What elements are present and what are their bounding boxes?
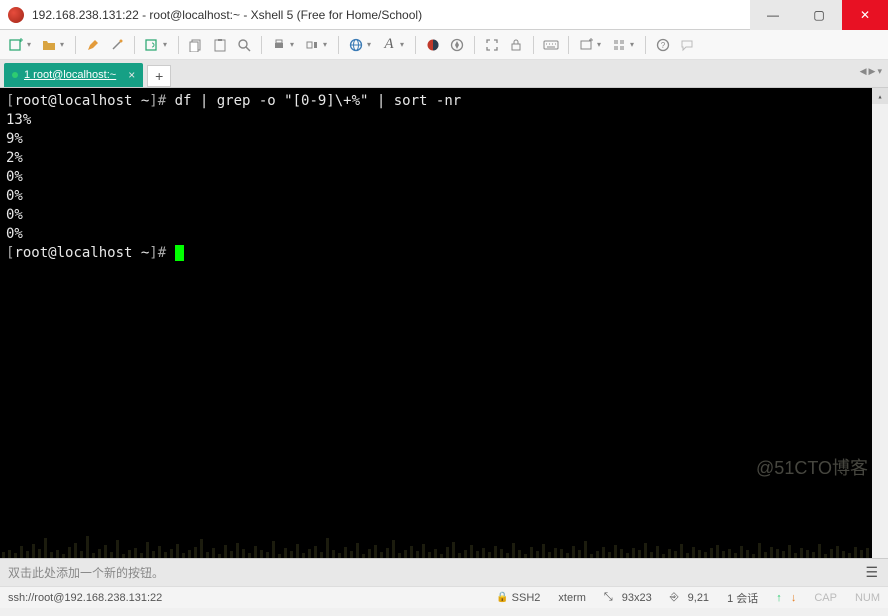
separator: [134, 36, 135, 54]
connection-status-icon: [12, 72, 18, 78]
window-controls: — ▢ ✕: [750, 0, 888, 29]
separator: [415, 36, 416, 54]
resize-icon: ⤡: [604, 591, 613, 604]
svg-text:?: ?: [661, 41, 666, 50]
wand-icon[interactable]: [107, 35, 127, 55]
session-tab[interactable]: 1 root@localhost:~ ×: [4, 63, 143, 87]
status-size: ⤡ 93x23: [604, 591, 652, 604]
status-bar: ssh://root@192.168.238.131:22 🔒SSH2 xter…: [0, 586, 888, 608]
app-icon: [8, 7, 24, 23]
tab-close-icon[interactable]: ×: [128, 68, 135, 82]
scroll-up-icon[interactable]: ▴: [872, 88, 888, 104]
minimize-button[interactable]: —: [750, 0, 796, 30]
output-line: 9%: [6, 130, 882, 149]
compass-icon[interactable]: [447, 35, 467, 55]
prompt-close: ]#: [149, 245, 174, 261]
terminal[interactable]: [root@localhost ~]# df | grep -o "[0-9]\…: [0, 88, 888, 558]
output-line: 0%: [6, 187, 882, 206]
status-sessions: 1 会话: [727, 590, 758, 606]
copy-icon[interactable]: [186, 35, 206, 55]
chat-icon[interactable]: [677, 35, 697, 55]
window-title: 192.168.238.131:22 - root@localhost:~ - …: [32, 8, 750, 22]
lock-icon[interactable]: [506, 35, 526, 55]
separator: [533, 36, 534, 54]
status-protocol: 🔒SSH2: [496, 592, 540, 604]
tab-nav: ◀ ▶ ▾: [860, 66, 882, 77]
output-line: 0%: [6, 168, 882, 187]
separator: [338, 36, 339, 54]
font-icon[interactable]: A: [379, 35, 399, 55]
status-num: NUM: [855, 592, 880, 604]
separator: [474, 36, 475, 54]
tab-label: 1 root@localhost:~: [24, 69, 116, 81]
status-connection: ssh://root@192.168.238.131:22: [8, 592, 496, 604]
titlebar: 192.168.238.131:22 - root@localhost:~ - …: [0, 0, 888, 30]
position-icon: ⎆: [670, 591, 679, 604]
tab-next-icon[interactable]: ▶: [869, 66, 876, 77]
command-text: df | grep -o "[0-9]\+%" | sort -nr: [175, 93, 462, 109]
open-icon[interactable]: [39, 35, 59, 55]
scrollbar[interactable]: ▴: [872, 88, 888, 558]
tab-bar: 1 root@localhost:~ × + ◀ ▶ ▾: [0, 60, 888, 88]
prompt-close: ]#: [149, 93, 174, 109]
status-traffic: ↑ ↓: [776, 592, 796, 604]
close-button[interactable]: ✕: [842, 0, 888, 30]
status-cap: CAP: [814, 592, 837, 604]
status-termtype: xterm: [558, 592, 586, 604]
color-scheme-icon[interactable]: [423, 35, 443, 55]
prompt-user: root@localhost ~: [14, 245, 149, 261]
output-line: 0%: [6, 225, 882, 244]
menu-icon[interactable]: ☰: [865, 564, 878, 581]
cursor: [175, 245, 184, 261]
keyboard-icon[interactable]: [541, 35, 561, 55]
pencil-icon[interactable]: [83, 35, 103, 55]
watermark: @51CTO博客: [756, 459, 868, 478]
separator: [178, 36, 179, 54]
output-line: 2%: [6, 149, 882, 168]
separator: [261, 36, 262, 54]
disconnect-icon[interactable]: [302, 35, 322, 55]
lock-icon: 🔒: [496, 592, 508, 603]
separator: [75, 36, 76, 54]
status-cursor: ⎆ 9,21: [670, 591, 709, 604]
separator: [568, 36, 569, 54]
new-tab-button[interactable]: +: [147, 65, 171, 87]
audio-visualizer: [0, 498, 872, 558]
tab-list-icon[interactable]: ▾: [877, 66, 882, 77]
separator: [645, 36, 646, 54]
paste-icon[interactable]: [210, 35, 230, 55]
search-icon[interactable]: [234, 35, 254, 55]
fullscreen-icon[interactable]: [482, 35, 502, 55]
tile-icon[interactable]: [609, 35, 629, 55]
toolbar: ▾ ▾ ▾ ▾ ▾ ▾ A▾ ▾ ▾ ?: [0, 30, 888, 60]
print-icon[interactable]: [269, 35, 289, 55]
maximize-button[interactable]: ▢: [796, 0, 842, 30]
help-icon[interactable]: ?: [653, 35, 673, 55]
output-line: 0%: [6, 206, 882, 225]
upload-icon: ↑: [776, 592, 782, 604]
output-line: 13%: [6, 111, 882, 130]
hint-text: 双击此处添加一个新的按钮。: [8, 564, 164, 581]
tab-prev-icon[interactable]: ◀: [860, 66, 867, 77]
prompt-user: root@localhost ~: [14, 93, 149, 109]
globe-icon[interactable]: [346, 35, 366, 55]
reconnect-icon[interactable]: [142, 35, 162, 55]
quick-button-bar[interactable]: 双击此处添加一个新的按钮。 ☰: [0, 558, 888, 586]
new-session-icon[interactable]: [6, 35, 26, 55]
download-icon: ↓: [791, 592, 797, 604]
add-tab-icon[interactable]: [576, 35, 596, 55]
